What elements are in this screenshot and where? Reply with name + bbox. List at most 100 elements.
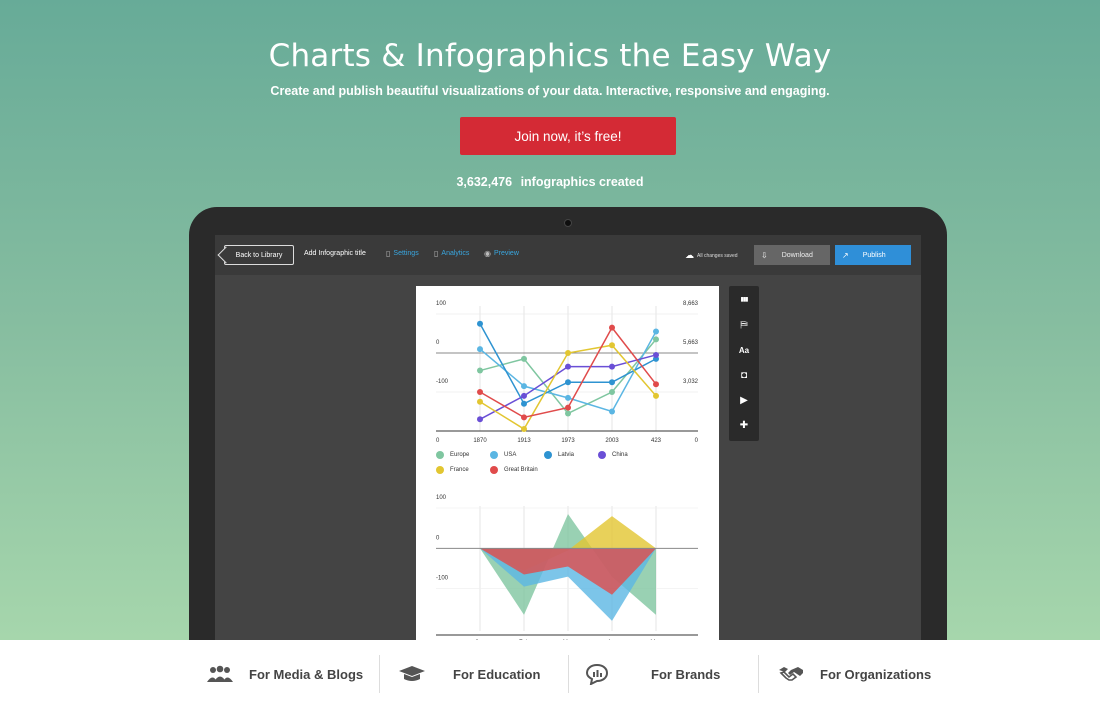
legend-label: France xyxy=(450,467,469,473)
line-point-usa xyxy=(477,346,483,353)
line-point-france xyxy=(477,398,483,405)
line-point-europe xyxy=(609,389,615,395)
back-to-library-label: Back to Library xyxy=(235,251,283,259)
line-chart-x-tick: 1870 xyxy=(473,438,487,444)
legend-item: Europe xyxy=(436,451,469,459)
download-label: Download xyxy=(781,251,813,259)
download-button[interactable]: ⇩ Download xyxy=(754,245,830,265)
nav-brands-label: For Brands xyxy=(651,666,721,682)
share-icon: ↗ xyxy=(842,250,849,260)
nav-media-blogs[interactable]: For Media & Blogs xyxy=(205,655,363,693)
camera-tool-icon[interactable]: ◘ xyxy=(729,363,759,388)
save-status: ☁ All changes saved xyxy=(685,250,738,261)
infographics-count-label: infographics created xyxy=(520,175,644,189)
line-point-usa xyxy=(609,408,615,415)
download-icon: ⇩ xyxy=(761,250,768,260)
line-point-europe xyxy=(565,410,571,417)
hero-title: Charts & Infographics the Easy Way xyxy=(268,38,832,74)
line-chart-x-tick: 1913 xyxy=(517,438,531,444)
line-point-france xyxy=(653,392,659,399)
line-point-great-britain xyxy=(477,389,483,395)
text-tool-icon[interactable]: Aa xyxy=(729,338,759,363)
legend-label: Europe xyxy=(450,452,470,458)
back-to-library-button[interactable]: Back to Library xyxy=(224,245,294,265)
nav-education[interactable]: For Education xyxy=(398,655,540,693)
legend-label: China xyxy=(612,452,628,458)
nav-organizations[interactable]: For Organizations xyxy=(778,655,931,693)
line-chart-right-tick: 8,663 xyxy=(683,301,699,307)
line-point-china xyxy=(477,416,483,423)
legend-swatch xyxy=(490,451,498,459)
map-tool-icon[interactable]: ⛿ xyxy=(729,313,759,338)
line-point-latvia xyxy=(477,320,483,327)
chart-tool-icon[interactable]: ▮▮▮ xyxy=(729,288,759,313)
chat-chart-icon xyxy=(585,663,609,685)
infographic-title-input[interactable]: Add Infographic title xyxy=(304,250,366,257)
analytics-label: Analytics xyxy=(441,250,470,257)
line-chart-left-tick: 0 xyxy=(436,340,440,346)
line-point-usa xyxy=(653,328,659,335)
nav-divider xyxy=(568,655,569,693)
legend-swatch xyxy=(598,451,606,459)
plugin-tool-icon[interactable]: ✚ xyxy=(729,413,759,438)
line-point-latvia xyxy=(565,379,571,386)
legend-swatch xyxy=(490,466,498,474)
line-chart-left-tick: 0 xyxy=(436,438,440,444)
nav-media-blogs-label: For Media & Blogs xyxy=(249,666,364,682)
infographics-counter: 3,632,476 infographics created xyxy=(0,175,1100,189)
analytics-link[interactable]: ▯ Analytics xyxy=(434,249,469,258)
legend-label: Great Britain xyxy=(504,467,538,473)
hero-section: Charts & Infographics the Easy Way Creat… xyxy=(0,0,1100,647)
line-point-france xyxy=(609,342,615,349)
settings-label: Settings xyxy=(393,250,419,257)
graduation-cap-icon xyxy=(399,666,425,681)
area-chart-left-tick: 100 xyxy=(436,495,447,501)
nav-divider xyxy=(758,655,759,693)
video-tool-icon[interactable]: ▶ xyxy=(729,388,759,413)
line-point-latvia xyxy=(521,400,527,407)
area-chart-left-tick: -100 xyxy=(436,576,449,582)
line-chart-x-tick: 2003 xyxy=(605,438,619,444)
line-point-great-britain xyxy=(565,404,571,411)
legend-swatch xyxy=(436,466,444,474)
legend-swatch xyxy=(544,451,552,459)
line-point-china xyxy=(565,363,571,370)
save-status-label: All changes saved xyxy=(697,252,738,259)
settings-link[interactable]: ▯ Settings xyxy=(386,249,419,258)
cloud-icon: ☁ xyxy=(685,250,694,260)
legend-item: Latvia xyxy=(544,451,574,459)
infographic-canvas[interactable]: 100 0 -100 0 8,663 5,663 3,032 0 1870 1913 1973 200… xyxy=(416,286,719,647)
audience-nav: For Media & Blogs For Education For Bran… xyxy=(0,640,1100,727)
nav-brands[interactable]: For Brands xyxy=(585,655,720,693)
line-chart-right-tick: 0 xyxy=(695,438,699,444)
nav-organizations-label: For Organizations xyxy=(820,666,932,682)
legend-item: Great Britain xyxy=(490,466,538,474)
line-point-france xyxy=(565,350,571,356)
editor-toolbar: Back to Library Add Infographic title ▯ S… xyxy=(215,235,921,275)
legend-label: Latvia xyxy=(558,452,575,458)
line-point-usa xyxy=(565,394,571,401)
preview-link[interactable]: ◉ Preview xyxy=(484,249,519,258)
settings-icon: ▯ xyxy=(386,249,391,258)
line-point-europe xyxy=(521,355,527,362)
line-point-china xyxy=(653,351,659,358)
line-chart-x-tick: 1973 xyxy=(561,438,575,444)
legend-item: China xyxy=(598,451,628,459)
line-point-great-britain xyxy=(521,414,527,421)
line-chart-right-tick: 3,032 xyxy=(683,379,699,385)
area-chart-left-tick: 0 xyxy=(436,535,440,541)
line-point-china xyxy=(521,392,527,399)
line-point-europe xyxy=(477,367,483,374)
hero-subtitle: Create and publish beautiful visualizati… xyxy=(270,84,830,98)
line-chart-left-tick: -100 xyxy=(436,379,449,385)
preview-label: Preview xyxy=(493,250,519,257)
line-point-europe xyxy=(653,336,659,343)
publish-button[interactable]: ↗ Publish xyxy=(835,245,911,265)
line-chart-x-tick: 423 xyxy=(651,438,662,444)
line-point-china xyxy=(609,363,615,370)
join-now-button[interactable]: Join now, it’s free! xyxy=(460,117,676,155)
legend-item: France xyxy=(436,466,469,474)
handshake-icon xyxy=(779,667,803,681)
line-chart-left-tick: 100 xyxy=(436,301,447,307)
legend-item: USA xyxy=(490,451,516,459)
